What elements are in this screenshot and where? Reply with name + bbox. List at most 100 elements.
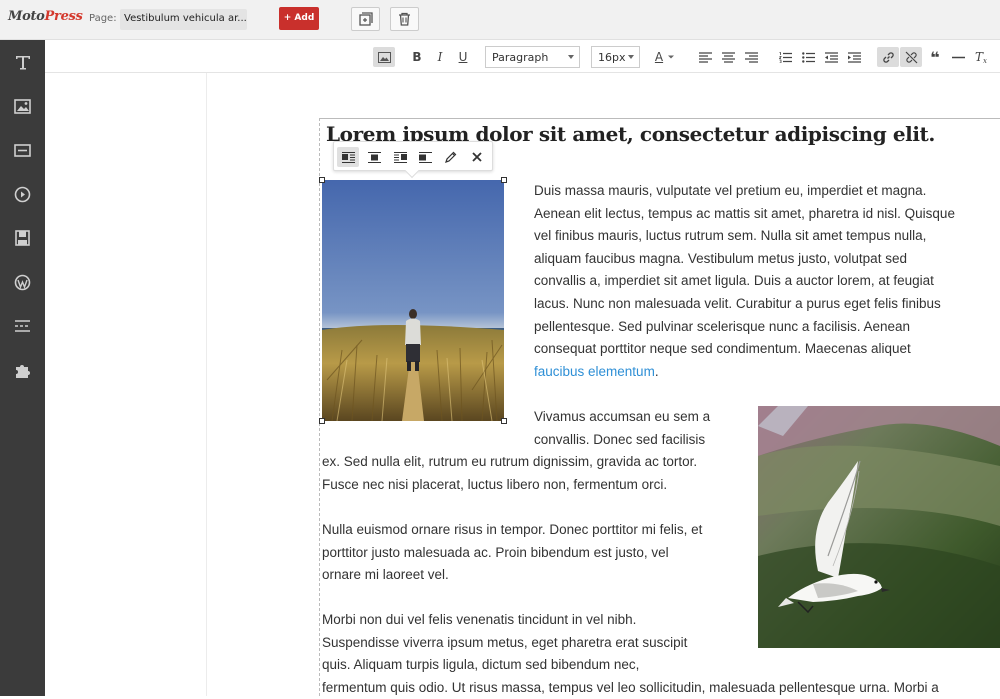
faucibus-link[interactable]: faucibus elementum — [534, 364, 655, 379]
duplicate-button[interactable] — [351, 7, 380, 31]
resize-handle-bottom-right[interactable] — [501, 418, 507, 424]
clear-format-button[interactable]: Tx — [972, 47, 990, 67]
paragraph-select[interactable]: Paragraph — [485, 46, 580, 68]
numbered-list-button[interactable] — [777, 47, 793, 67]
text-color-label: A — [654, 50, 664, 64]
resize-handle-bottom-left[interactable] — [319, 418, 325, 424]
resize-handle-top-right[interactable] — [501, 177, 507, 183]
insert-image-button[interactable] — [373, 47, 395, 67]
wordpress-icon — [14, 274, 31, 290]
chevron-down-icon — [668, 55, 675, 59]
paragraph-2-start[interactable]: Vivamus accumsan eu sem a convallis. Don… — [534, 406, 744, 451]
text-line: lacus. Nunc non malesuada velit. Curabit… — [534, 295, 941, 311]
sidebar-item-wordpress[interactable] — [0, 260, 45, 304]
text-line: Nulla euismod ornare risus in tempor. Do… — [322, 522, 703, 537]
bold-button[interactable]: B — [409, 47, 425, 67]
text-line: vel finibus mauris, luctus rutrum sem. N… — [534, 228, 927, 244]
numbered-list-icon — [778, 51, 792, 63]
align-left-button[interactable] — [697, 47, 713, 67]
pencil-icon — [445, 151, 457, 163]
motopress-logo: MotoPress — [8, 9, 83, 24]
outdent-icon — [824, 51, 838, 63]
resize-handle-top-left[interactable] — [319, 177, 325, 183]
text-icon — [15, 56, 30, 70]
blockquote-button[interactable]: ❝ — [926, 47, 944, 67]
add-button[interactable]: + Add — [279, 7, 319, 30]
text-line: Aenean elit lectus, tempus ac mattis sit… — [534, 205, 955, 221]
horizontal-line-button[interactable] — [949, 47, 967, 67]
indent-icon — [847, 51, 861, 63]
text-line: convallis. Donec sed facilisis — [534, 431, 706, 447]
top-bar: MotoPress Page: Vestibulum vehicula ar..… — [0, 0, 1000, 40]
close-icon — [472, 152, 482, 162]
text-color-button[interactable]: A — [652, 47, 678, 67]
widget-sidebar — [0, 40, 45, 696]
image-icon — [14, 98, 31, 114]
text-line: Vivamus accumsan eu sem a — [534, 409, 711, 424]
text-line: consequat porttitor neque sed condimentu… — [534, 341, 911, 357]
outdent-button[interactable] — [823, 47, 839, 67]
bullet-list-icon — [801, 51, 815, 63]
bullet-list-button[interactable] — [800, 47, 816, 67]
align-center-icon — [721, 51, 735, 63]
clear-format-x: x — [983, 57, 987, 65]
video-icon — [14, 186, 31, 202]
trash-icon — [399, 12, 410, 26]
sidebar-item-divider[interactable] — [0, 304, 45, 348]
clear-format-icon: T — [975, 50, 984, 64]
image-align-right-button[interactable] — [389, 147, 411, 167]
seagull-photo[interactable] — [758, 406, 1000, 648]
image-align-left-button[interactable] — [337, 147, 359, 167]
sidebar-item-button[interactable] — [0, 128, 45, 172]
float-left-icon — [341, 151, 355, 163]
align-right-icon — [744, 51, 758, 63]
editor-toolbar: B I U Paragraph 16px A ❝ Tx — [45, 40, 1000, 73]
sidebar-item-save[interactable] — [0, 216, 45, 260]
paragraph-3[interactable]: Nulla euismod ornare risus in tempor. Do… — [322, 519, 747, 587]
page-select[interactable]: Vestibulum vehicula ar... — [120, 9, 247, 30]
horizontal-line-icon — [951, 56, 965, 58]
text-line: faucibus elementum. — [534, 361, 1000, 384]
text-line: Fusce nec nisi placerat, luctus libero n… — [322, 476, 668, 492]
indent-button[interactable] — [846, 47, 862, 67]
puzzle-icon — [16, 364, 30, 378]
field-photo[interactable] — [322, 180, 504, 421]
canvas-guide-line — [206, 73, 207, 696]
align-none-icon — [418, 151, 432, 163]
insert-link-button[interactable] — [877, 47, 899, 67]
text-line: aliquam faucibus magna. Vestibulum metus… — [534, 250, 907, 266]
italic-button[interactable]: I — [432, 47, 448, 67]
duplicate-icon — [358, 12, 373, 26]
text-line: quis. Aliquam turpis ligula, dictum sed … — [322, 657, 640, 673]
image-align-none-button[interactable] — [414, 147, 436, 167]
align-center-icon — [367, 151, 381, 163]
sidebar-item-plugin[interactable] — [0, 348, 45, 392]
button-icon — [14, 143, 31, 157]
divider-icon — [15, 320, 30, 332]
align-right-button[interactable] — [743, 47, 759, 67]
sidebar-item-image[interactable] — [0, 84, 45, 128]
sidebar-item-video[interactable] — [0, 172, 45, 216]
paragraph-2-rest[interactable]: ex. Sed nulla elit, rutrum eu rutrum dig… — [322, 451, 747, 496]
font-size-select[interactable]: 16px — [591, 46, 640, 68]
link-icon — [882, 51, 894, 63]
text-line: pellentesque. Sed pulvinar scelerisque n… — [534, 318, 910, 334]
image-align-center-button[interactable] — [363, 147, 385, 167]
text-line: Duis massa mauris, vulputate vel pretium… — [534, 183, 927, 198]
image-edit-button[interactable] — [440, 147, 462, 167]
unlink-icon — [905, 51, 917, 63]
text-line: ex. Sed nulla elit, rutrum eu rutrum dig… — [322, 454, 698, 469]
image-remove-button[interactable] — [466, 147, 488, 167]
remove-link-button[interactable] — [900, 47, 922, 67]
page-label: Page: — [89, 13, 117, 24]
image-toolbar — [333, 141, 493, 179]
align-left-icon — [698, 51, 712, 63]
float-right-icon — [393, 151, 407, 163]
align-center-button[interactable] — [720, 47, 736, 67]
sidebar-item-text[interactable] — [0, 40, 45, 84]
paragraph-1[interactable]: Duis massa mauris, vulputate vel pretium… — [534, 180, 1000, 383]
delete-button[interactable] — [390, 7, 419, 31]
text-line: porttitor justo malesuada ac. Proin bibe… — [322, 544, 669, 560]
underline-button[interactable]: U — [455, 47, 471, 67]
image-icon — [377, 51, 391, 63]
